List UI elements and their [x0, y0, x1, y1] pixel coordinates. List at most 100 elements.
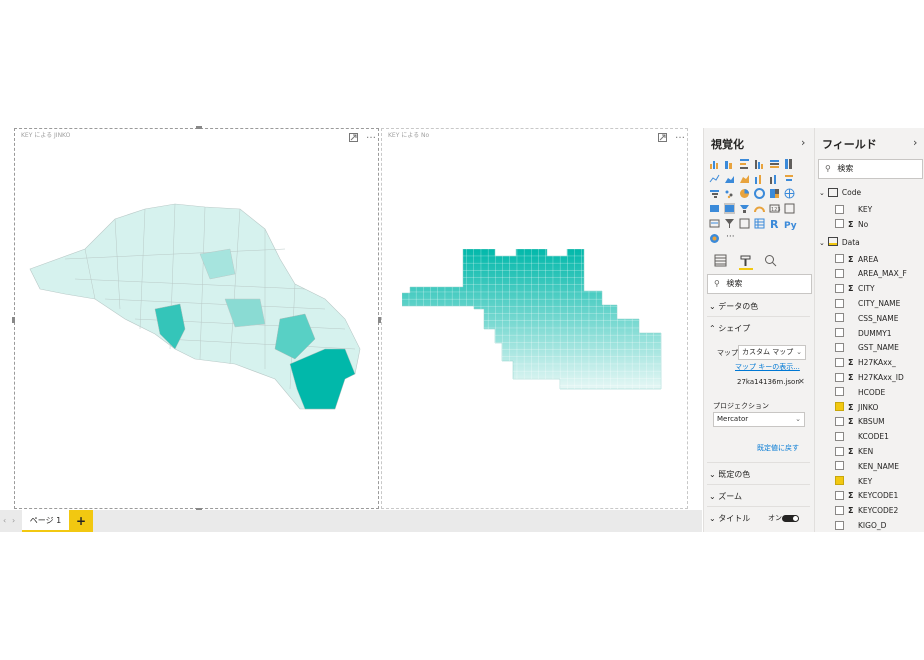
field-jinko[interactable]: Σ JINKO [835, 401, 878, 415]
more-visuals-icon[interactable]: ··· [726, 232, 735, 242]
field-city-name[interactable]: CITY_NAME [835, 297, 900, 311]
pane-title: フィールド [822, 138, 877, 151]
section-zoom[interactable]: ⌄ ズーム [709, 491, 742, 502]
field-checkbox[interactable] [835, 219, 844, 229]
format-search-input[interactable]: ⚲ 検索 [707, 274, 812, 294]
field-kigo-d[interactable]: KIGO_D [835, 519, 886, 532]
field-css-name[interactable]: CSS_NAME [835, 312, 898, 326]
field-area[interactable]: Σ AREA [835, 253, 878, 267]
field-checkbox[interactable] [835, 476, 844, 486]
reset-default-link[interactable]: 既定値に戻す [757, 443, 799, 453]
field-checkbox[interactable] [835, 357, 844, 367]
section-shape[interactable]: ⌃ シェイプ [709, 323, 750, 334]
focus-mode-icon[interactable] [658, 133, 667, 145]
field-checkbox[interactable] [835, 431, 844, 441]
field-gst-name[interactable]: GST_NAME [835, 341, 899, 355]
tab-scroll-right-icon[interactable]: › [12, 510, 15, 532]
search-icon: ⚲ [825, 164, 831, 173]
sigma-icon: Σ [848, 373, 854, 382]
field-checkbox[interactable] [835, 372, 844, 382]
projection-label: プロジェクション [713, 402, 769, 410]
chevron-down-icon: ⌄ [709, 514, 716, 523]
field-checkbox[interactable] [835, 298, 844, 308]
focus-mode-icon[interactable] [349, 133, 358, 145]
section-default-colors[interactable]: ⌄ 既定の色 [709, 469, 750, 480]
field-key[interactable]: KEY [835, 203, 872, 217]
field-checkbox[interactable] [835, 328, 844, 338]
table-data[interactable]: ⌄ Data [819, 236, 860, 250]
remove-map-icon[interactable]: ✕ [798, 377, 805, 386]
visual-jinko-map[interactable]: KEY による JINKO … [12, 126, 381, 511]
field-checkbox[interactable] [835, 342, 844, 352]
field-hcode[interactable]: HCODE [835, 386, 885, 400]
fields-search-input[interactable]: ⚲ 検索 [818, 159, 923, 179]
chevron-down-icon: ⌄ [795, 415, 801, 423]
map-select[interactable]: カスタム マップ ⌄ [738, 345, 806, 360]
visual-type-gallery: 123 R Py [709, 158, 813, 248]
field-checkbox[interactable] [835, 505, 844, 515]
field-checkbox[interactable] [835, 446, 844, 456]
visual-no-map[interactable]: KEY による No … [381, 128, 688, 509]
format-tab-icon[interactable] [739, 252, 753, 270]
sigma-icon: Σ [848, 506, 854, 516]
field-no[interactable]: Σ No [835, 218, 868, 232]
choropleth-jinko[interactable] [25, 199, 370, 414]
more-options-icon[interactable]: … [675, 130, 685, 141]
sigma-icon: Σ [848, 417, 854, 427]
field-keycode2[interactable]: Σ KEYCODE2 [835, 504, 898, 518]
field-ken[interactable]: Σ KEN [835, 445, 873, 459]
field-area-max-f[interactable]: AREA_MAX_F [835, 267, 907, 281]
collapse-chevron-icon[interactable]: › [801, 136, 805, 149]
analytics-tab-icon[interactable] [764, 252, 778, 267]
visual-type-icons[interactable]: 123 R Py [709, 158, 813, 248]
field-checkbox[interactable] [835, 461, 844, 471]
tab-page-1[interactable]: ページ 1 [22, 510, 69, 532]
add-page-button[interactable]: + [69, 510, 93, 532]
field-h27kaxx-[interactable]: Σ H27KAxx_ [835, 356, 896, 370]
chevron-down-icon: ⌄ [709, 492, 716, 501]
field-checkbox[interactable] [835, 204, 844, 214]
chevron-up-icon: ⌃ [709, 324, 716, 333]
section-data-colors[interactable]: ⌄ データの色 [709, 301, 758, 312]
field-dummy1[interactable]: DUMMY1 [835, 327, 892, 341]
field-ken-name[interactable]: KEN_NAME [835, 460, 899, 474]
sigma-icon: Σ [848, 219, 854, 229]
more-options-icon[interactable]: … [366, 130, 376, 141]
table-icon [827, 237, 838, 247]
field-checkbox[interactable] [835, 268, 844, 278]
svg-text:Py: Py [784, 221, 797, 231]
title-toggle-label: オン [768, 514, 782, 522]
sigma-icon: Σ [848, 447, 854, 456]
field-checkbox[interactable] [835, 520, 844, 530]
table-code[interactable]: ⌄ Code [819, 186, 861, 200]
field-kbsum[interactable]: Σ KBSUM [835, 415, 885, 429]
sigma-icon: Σ [848, 491, 854, 501]
chevron-down-icon: ⌄ [709, 470, 716, 479]
chevron-down-icon: ⌄ [796, 348, 802, 356]
view-map-keys-link[interactable]: マップ キーの表示... [735, 362, 800, 372]
field-checkbox[interactable] [835, 387, 844, 397]
section-title[interactable]: ⌄ タイトル [709, 513, 750, 524]
field-key[interactable]: KEY [835, 475, 872, 489]
title-toggle[interactable] [782, 515, 799, 522]
field-checkbox[interactable] [835, 313, 844, 323]
fields-tab-icon[interactable] [714, 252, 728, 267]
projection-select[interactable]: Mercator ⌄ [713, 412, 805, 427]
field-keycode1[interactable]: Σ KEYCODE1 [835, 489, 898, 503]
field-checkbox[interactable] [835, 254, 844, 264]
fields-pane: フィールド › ⚲ 検索 ⌄ Code KEY Σ No ⌄ Data Σ AREA AREA_M… [814, 128, 924, 532]
tab-scroll-left-icon[interactable]: ‹ [3, 510, 6, 532]
field-checkbox[interactable] [835, 402, 844, 412]
visual-title: KEY による JINKO [21, 132, 71, 139]
field-kcode1[interactable]: KCODE1 [835, 430, 889, 444]
field-checkbox[interactable] [835, 283, 844, 293]
collapse-chevron-icon[interactable]: › [913, 136, 917, 149]
choropleth-no[interactable] [402, 249, 667, 399]
field-checkbox[interactable] [835, 416, 844, 426]
map-label: マップ [717, 349, 738, 357]
field-city[interactable]: Σ CITY [835, 282, 875, 296]
field-checkbox[interactable] [835, 490, 844, 500]
field-h27kaxx-id[interactable]: Σ H27KAxx_ID [835, 371, 904, 385]
sigma-icon: Σ [848, 254, 854, 264]
map-file-name: 27ka14136m.json [737, 378, 800, 386]
